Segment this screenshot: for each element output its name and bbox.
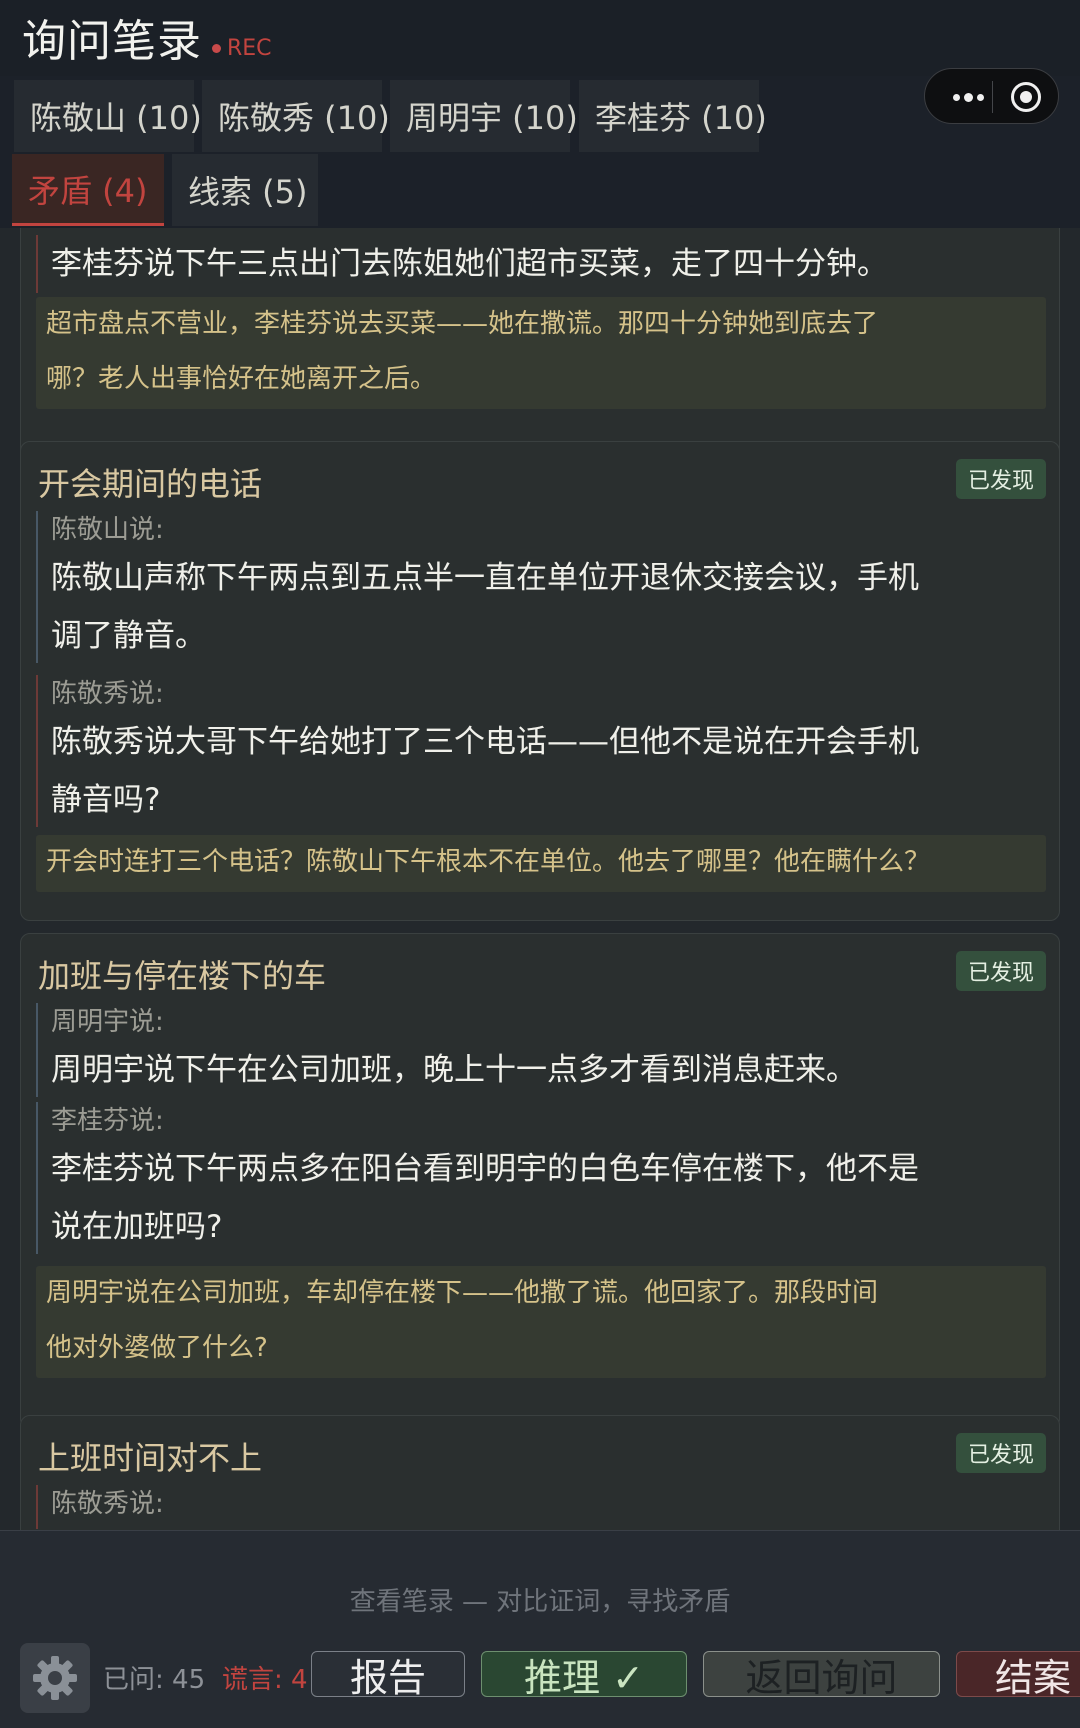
rec-dot-icon bbox=[212, 44, 221, 53]
hint-text: 查看笔录 — 对比证词，寻找矛盾 bbox=[349, 1587, 731, 1617]
bottom-bar: 查看笔录 — 对比证词，寻找矛盾 已问: 45 谎言: 4 报告 推理 ✓ 返回… bbox=[0, 1530, 1080, 1728]
settings-button[interactable] bbox=[20, 1643, 90, 1713]
tab-contradictions[interactable]: 矛盾 (4) bbox=[12, 154, 164, 226]
close-case-button[interactable]: 结案 bbox=[956, 1651, 1080, 1700]
target-icon[interactable] bbox=[1011, 82, 1041, 112]
note-line: 哪？老人出事恰好在她离开之后。 bbox=[46, 364, 437, 394]
statement-line: 调了静音。 bbox=[51, 618, 206, 654]
statement-line: 周明宇说下午在公司加班，晚上十一点多才看到消息赶来。 bbox=[51, 1052, 857, 1088]
statement: 陈敬秀说: 陈敬秀说大哥下午给她打了三个电话——但他不是说在开会手机 静音吗? bbox=[36, 675, 1046, 827]
tab-zhou-mingyu[interactable]: 周明宇 (10) bbox=[390, 80, 578, 152]
tab-chen-jingshan[interactable]: 陈敬山 (10) bbox=[14, 80, 202, 152]
analysis-note: 超市盘点不营业，李桂芬说去买菜——她在撒谎。那四十分钟她到底去了 哪？老人出事恰… bbox=[36, 297, 1046, 409]
statement: 李桂芬说下午三点出门去陈姐她们超市买菜，走了四十分钟。 bbox=[36, 235, 1046, 293]
statement-line: 陈敬山声称下午两点到五点半一直在单位开退休交接会议，手机 bbox=[51, 560, 919, 596]
header: 询问笔录 REC bbox=[0, 0, 1080, 78]
analysis-note: 开会时连打三个电话？陈敬山下午根本不在单位。他去了哪里？他在瞒什么？ bbox=[36, 835, 1046, 892]
note-line: 超市盘点不营业，李桂芬说去买菜——她在撒谎。那四十分钟她到底去了 bbox=[46, 309, 879, 339]
page-title: 询问笔录 bbox=[22, 16, 202, 67]
card-title: 上班时间对不上 bbox=[38, 1439, 263, 1477]
rec-indicator: REC bbox=[212, 36, 272, 61]
back-to-questioning-button[interactable]: 返回询问 bbox=[703, 1651, 940, 1700]
contradiction-card: 上班时间对不上 已发现 陈敬秀说: bbox=[20, 1415, 1060, 1530]
more-dots-icon[interactable] bbox=[943, 69, 993, 125]
lies-counter: 谎言: 4 bbox=[222, 1665, 308, 1695]
tab-chen-jingxiu[interactable]: 陈敬秀 (10) bbox=[202, 80, 390, 152]
reasoning-button[interactable]: 推理 ✓ bbox=[481, 1651, 687, 1700]
tab-bar: 陈敬山 (10) 陈敬秀 (10) 周明宇 (10) 李桂芬 (10) 矛盾 (… bbox=[0, 76, 1080, 228]
tab-li-guifen[interactable]: 李桂芬 (10) bbox=[579, 80, 767, 152]
note-line: 周明宇说在公司加班，车却停在楼下——他撒了谎。他回家了。那段时间 bbox=[46, 1278, 879, 1308]
statement: 陈敬山说: 陈敬山声称下午两点到五点半一直在单位开退休交接会议，手机 调了静音。 bbox=[36, 511, 1046, 663]
contradiction-card: 加班与停在楼下的车 已发现 周明宇说: 周明宇说下午在公司加班，晚上十一点多才看… bbox=[20, 933, 1060, 1429]
analysis-note: 周明宇说在公司加班，车却停在楼下——他撒了谎。他回家了。那段时间 他对外婆做了什… bbox=[36, 1266, 1046, 1378]
app-screen: 询问笔录 REC 陈敬山 (10) 陈敬秀 (10) 周明宇 (10) 李桂芬 … bbox=[0, 0, 1080, 1728]
statement: 周明宇说: 周明宇说下午在公司加班，晚上十一点多才看到消息赶来。 bbox=[36, 1003, 1046, 1097]
miniapp-capsule bbox=[924, 68, 1059, 124]
status-badge: 已发现 bbox=[955, 1433, 1046, 1473]
statement: 陈敬秀说: bbox=[36, 1485, 1046, 1529]
speaker-label: 周明宇说: bbox=[51, 1007, 164, 1037]
speaker-label: 陈敬山说: bbox=[51, 515, 164, 545]
gear-icon bbox=[33, 1656, 77, 1700]
asked-counter: 已问: 45 bbox=[103, 1665, 206, 1695]
rec-label: REC bbox=[227, 36, 272, 61]
report-button[interactable]: 报告 bbox=[311, 1651, 465, 1700]
card-title: 开会期间的电话 bbox=[38, 465, 263, 503]
speaker-label: 陈敬秀说: bbox=[51, 679, 164, 709]
statement-line: 说在加班吗? bbox=[51, 1209, 223, 1245]
note-line: 他对外婆做了什么? bbox=[46, 1333, 268, 1363]
statement-line: 静音吗? bbox=[51, 782, 161, 818]
statement-line: 李桂芬说下午两点多在阳台看到明宇的白色车停在楼下，他不是 bbox=[51, 1151, 919, 1187]
card-title: 加班与停在楼下的车 bbox=[38, 957, 327, 995]
note-line: 开会时连打三个电话？陈敬山下午根本不在单位。他去了哪里？他在瞒什么？ bbox=[46, 847, 931, 877]
status-badge: 已发现 bbox=[955, 459, 1046, 499]
capsule-divider bbox=[992, 81, 993, 113]
statement-text: 李桂芬说下午三点出门去陈姐她们超市买菜，走了四十分钟。 bbox=[51, 246, 888, 282]
tab-clues[interactable]: 线索 (5) bbox=[172, 154, 318, 226]
speaker-label: 李桂芬说: bbox=[51, 1106, 164, 1136]
speaker-label: 陈敬秀说: bbox=[51, 1489, 164, 1519]
statement: 李桂芬说: 李桂芬说下午两点多在阳台看到明宇的白色车停在楼下，他不是 说在加班吗… bbox=[36, 1102, 1046, 1254]
statement-line: 陈敬秀说大哥下午给她打了三个电话——但他不是说在开会手机 bbox=[51, 724, 919, 760]
status-badge: 已发现 bbox=[955, 951, 1046, 991]
contradiction-list[interactable]: 李桂芬说下午三点出门去陈姐她们超市买菜，走了四十分钟。 超市盘点不营业，李桂芬说… bbox=[0, 228, 1080, 1530]
contradiction-card: 开会期间的电话 已发现 陈敬山说: 陈敬山声称下午两点到五点半一直在单位开退休交… bbox=[20, 441, 1060, 921]
